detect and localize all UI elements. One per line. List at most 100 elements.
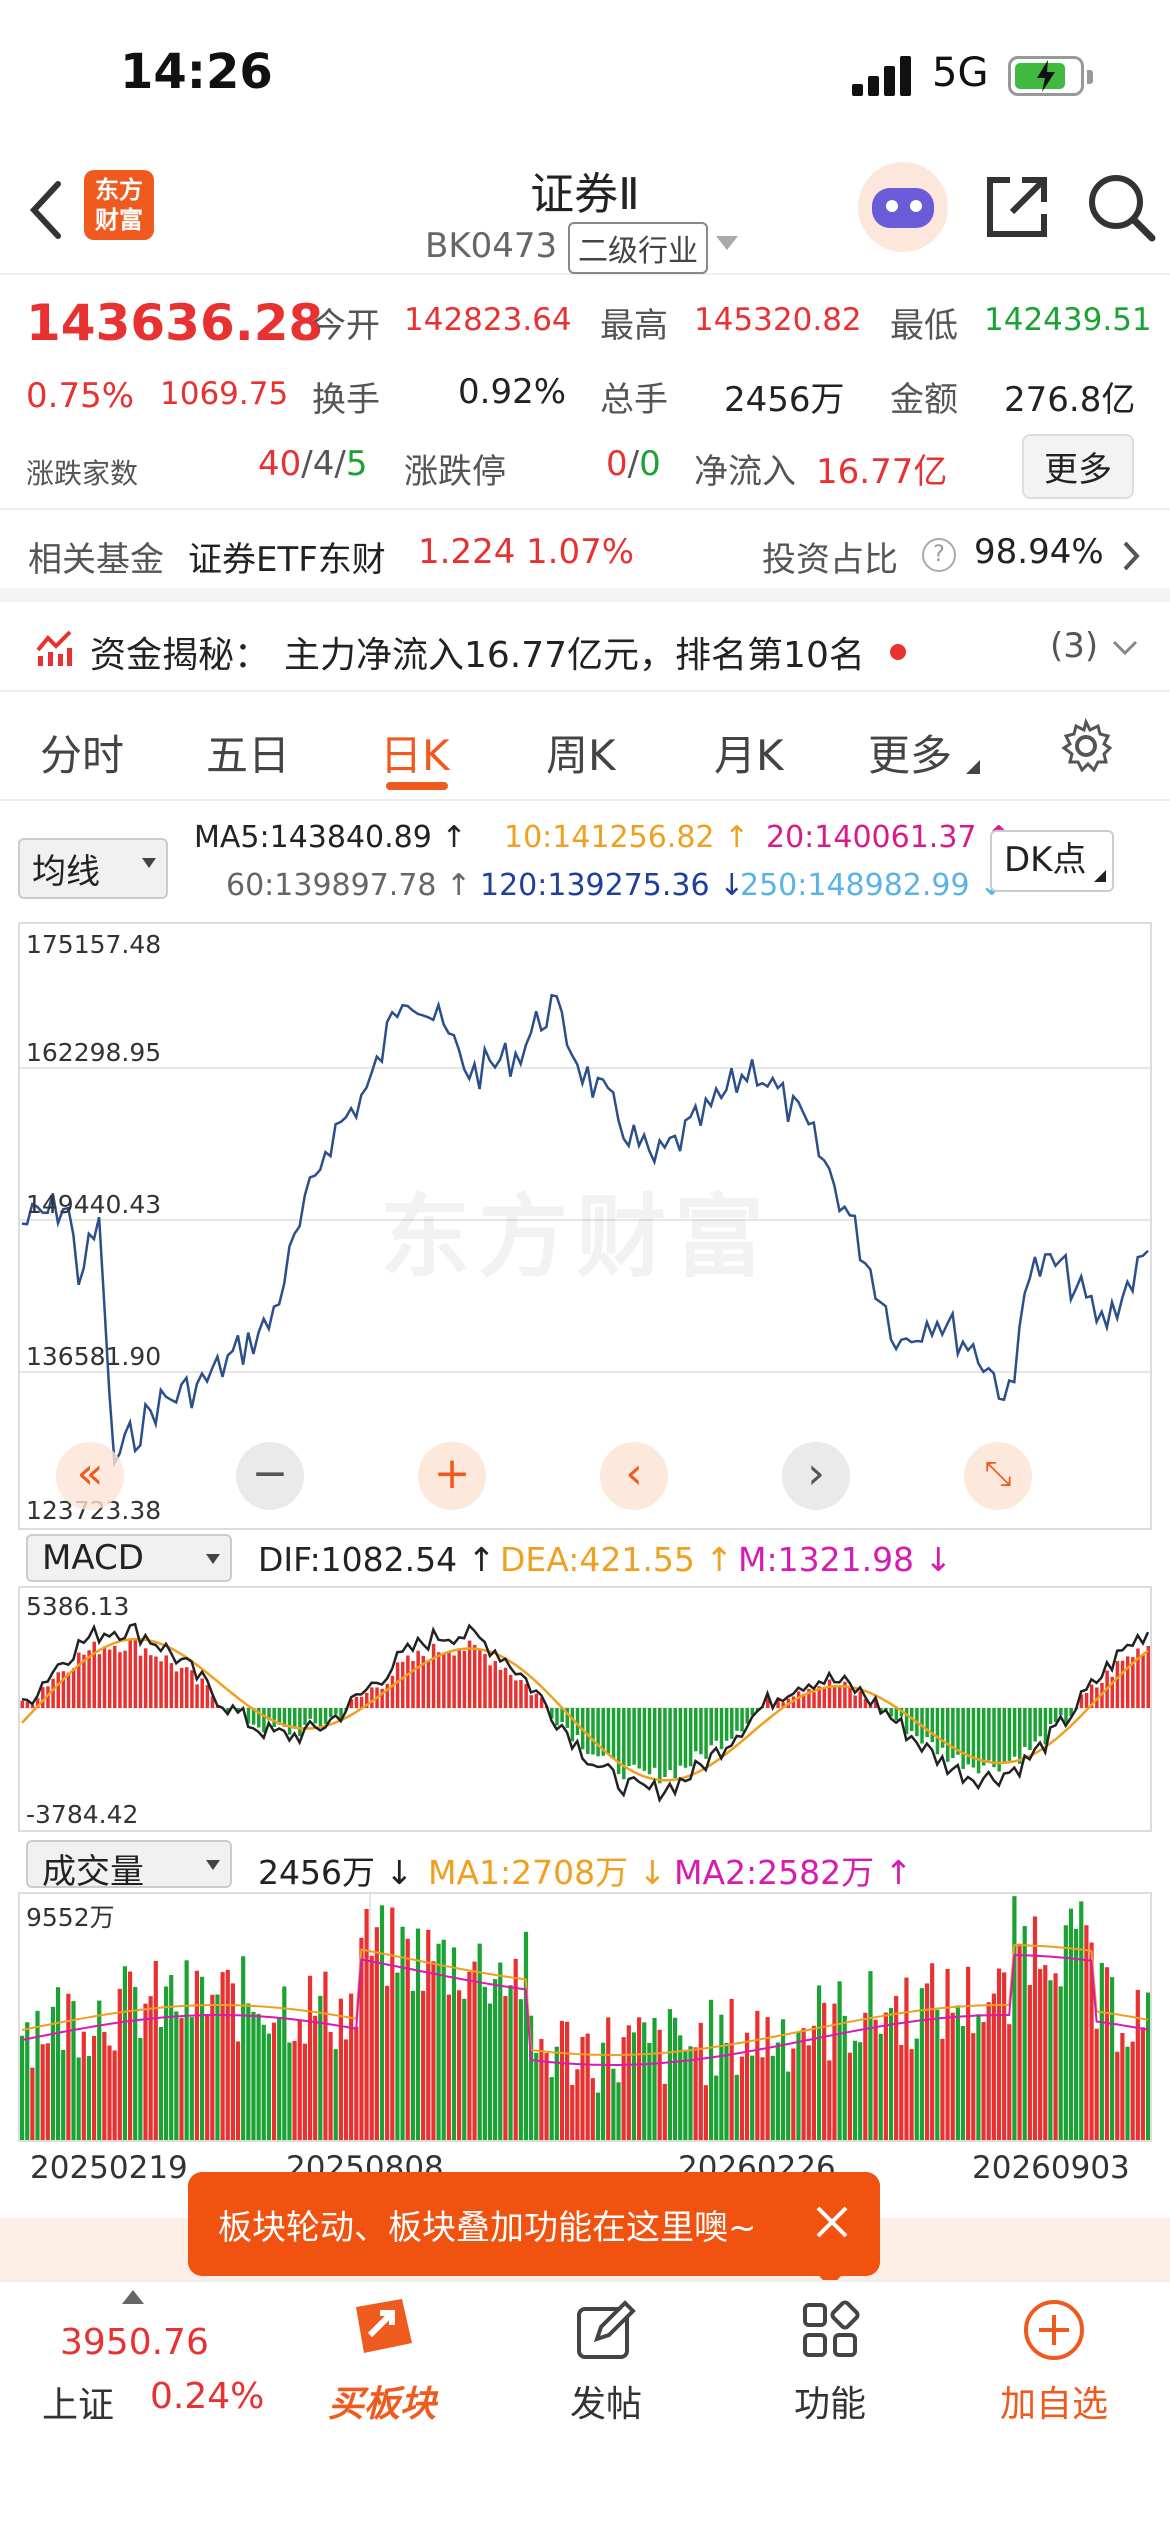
more-button[interactable]: 更多 <box>1022 434 1134 499</box>
macd-bar <box>447 1652 451 1708</box>
rewind-button[interactable]: « <box>56 1442 124 1510</box>
macd-bar <box>848 1687 852 1708</box>
change-pct: 0.75% <box>26 376 135 416</box>
macd-bar <box>853 1695 857 1708</box>
prev-button[interactable]: ‹ <box>600 1442 668 1510</box>
zoom-in-button[interactable]: + <box>418 1442 486 1510</box>
y-label-2: 162298.95 <box>26 1038 162 1067</box>
add-watchlist-button[interactable]: 加自选 <box>964 2295 1144 2427</box>
volume-bar <box>431 1961 436 2140</box>
volume-bar <box>786 2071 791 2140</box>
macd-selector[interactable]: MACD <box>26 1534 232 1582</box>
macd-bar <box>493 1661 498 1708</box>
kline-panel[interactable]: 东方财富 175157.48 162298.95 149440.43 13658… <box>18 922 1152 1530</box>
flow-label: 资金揭秘： <box>90 635 271 676</box>
tab-intraday[interactable]: 分时 <box>40 722 124 783</box>
volume-label: 总手 <box>600 380 668 420</box>
tab-monthly-k[interactable]: 月K <box>714 722 784 783</box>
volume-bar <box>739 2056 745 2140</box>
volume-bar <box>189 2017 194 2140</box>
sector-tag[interactable]: 二级行业 <box>568 222 708 274</box>
macd-bar <box>832 1686 837 1708</box>
macd-bar <box>411 1661 415 1708</box>
volume-bar <box>616 2082 621 2140</box>
macd-dea: DEA:421.55 ↑ <box>500 1540 733 1579</box>
volume-bar <box>385 1985 390 2140</box>
chevron-right-icon[interactable] <box>1122 540 1140 572</box>
macd-bar <box>637 1708 641 1769</box>
index-value: 3950.76 <box>60 2322 209 2363</box>
chevron-down-icon[interactable] <box>716 236 738 250</box>
macd-bar <box>185 1667 189 1708</box>
macd-bar <box>179 1667 184 1708</box>
volume-bar <box>775 2042 781 2140</box>
battery-icon <box>1008 56 1093 96</box>
volume-bar <box>1012 1896 1017 2140</box>
tab-five-day[interactable]: 五日 <box>206 722 290 783</box>
help-icon[interactable]: ? <box>922 538 956 572</box>
macd-ymax: 5386.13 <box>26 1592 130 1621</box>
zoom-out-button[interactable]: − <box>236 1442 304 1510</box>
volume-bar <box>508 1985 513 2140</box>
post-button[interactable]: 发帖 <box>516 2295 696 2427</box>
sector-code: BK0473 <box>425 226 558 266</box>
grid-icon <box>803 2300 860 2357</box>
turnover-value: 0.92% <box>458 372 567 412</box>
feature-tooltip: 板块轮动、板块叠加功能在这里噢~ <box>188 2172 880 2276</box>
volume-bar <box>50 2006 56 2140</box>
gear-icon[interactable] <box>1058 718 1114 774</box>
volume-bar <box>1048 1980 1053 2140</box>
index-ticker[interactable]: 3950.76 上证 0.24% <box>30 2290 264 2440</box>
tooltip-text: 板块轮动、板块叠加功能在这里噢~ <box>218 2208 757 2248</box>
macd-bar <box>426 1660 431 1708</box>
macd-bar <box>472 1644 477 1708</box>
buy-sector-button[interactable]: 买板块 <box>292 2295 472 2427</box>
macd-bar <box>652 1708 657 1768</box>
volume-bar <box>1084 1925 1089 2140</box>
macd-bar <box>190 1670 194 1708</box>
fund-name[interactable]: 证券ETF东财 <box>188 532 386 581</box>
volume-panel[interactable]: 9552万 <box>18 1892 1152 2142</box>
macd-bar <box>1007 1708 1012 1761</box>
volume-bar <box>163 1986 169 2140</box>
ma250-value: 250:148982.99 ↓ <box>740 868 1005 903</box>
macd-bar <box>457 1650 462 1708</box>
volume-bar <box>333 2049 338 2140</box>
tab-more[interactable]: 更多 <box>868 722 952 783</box>
related-fund-row[interactable]: 相关基金 证券ETF东财 1.224 1.07% 投资占比 ? 98.94% <box>0 512 1170 602</box>
indicator-selector[interactable]: 均线 <box>18 838 168 899</box>
tab-daily-k[interactable]: 日K <box>380 722 450 783</box>
dk-point-button[interactable]: DK点 <box>990 830 1114 892</box>
tab-weekly-k[interactable]: 周K <box>546 722 616 783</box>
fullscreen-button[interactable]: ⤡ <box>964 1442 1032 1510</box>
volume-bar <box>35 2010 40 2140</box>
macd-bar <box>596 1708 600 1757</box>
macd-bar <box>1115 1661 1120 1708</box>
volume-bar <box>863 2012 868 2140</box>
next-button[interactable]: › <box>782 1442 850 1510</box>
volume-chart[interactable] <box>20 1894 1150 2140</box>
macd-bar <box>529 1695 534 1708</box>
signal-icon <box>852 56 912 96</box>
chevron-down-icon[interactable] <box>1112 640 1138 656</box>
close-icon[interactable] <box>814 2204 850 2240</box>
index-pct: 0.24% <box>150 2376 265 2417</box>
volume-bar <box>1115 2051 1120 2140</box>
macd-panel[interactable]: 5386.13 -3784.42 <box>18 1586 1152 1832</box>
volume-bar <box>765 2017 770 2140</box>
function-button[interactable]: 功能 <box>740 2295 920 2427</box>
share-icon[interactable] <box>982 172 1052 242</box>
volume-bar <box>1038 1969 1043 2140</box>
macd-chart[interactable] <box>20 1588 1150 1830</box>
volume-bar <box>693 2047 698 2140</box>
robot-assistant-icon[interactable] <box>858 162 948 252</box>
volume-bar <box>112 2050 117 2140</box>
search-icon[interactable] <box>1086 172 1156 242</box>
volume-selector[interactable]: 成交量 <box>26 1840 232 1892</box>
volume-bar <box>307 1975 313 2140</box>
macd-bar <box>1125 1656 1130 1708</box>
macd-bar <box>714 1708 719 1741</box>
macd-bar <box>503 1667 508 1708</box>
macd-bar <box>128 1640 132 1708</box>
fund-flow-banner[interactable]: 资金揭秘： 主力净流入16.77亿元，排名第10名 (3) <box>0 602 1170 692</box>
